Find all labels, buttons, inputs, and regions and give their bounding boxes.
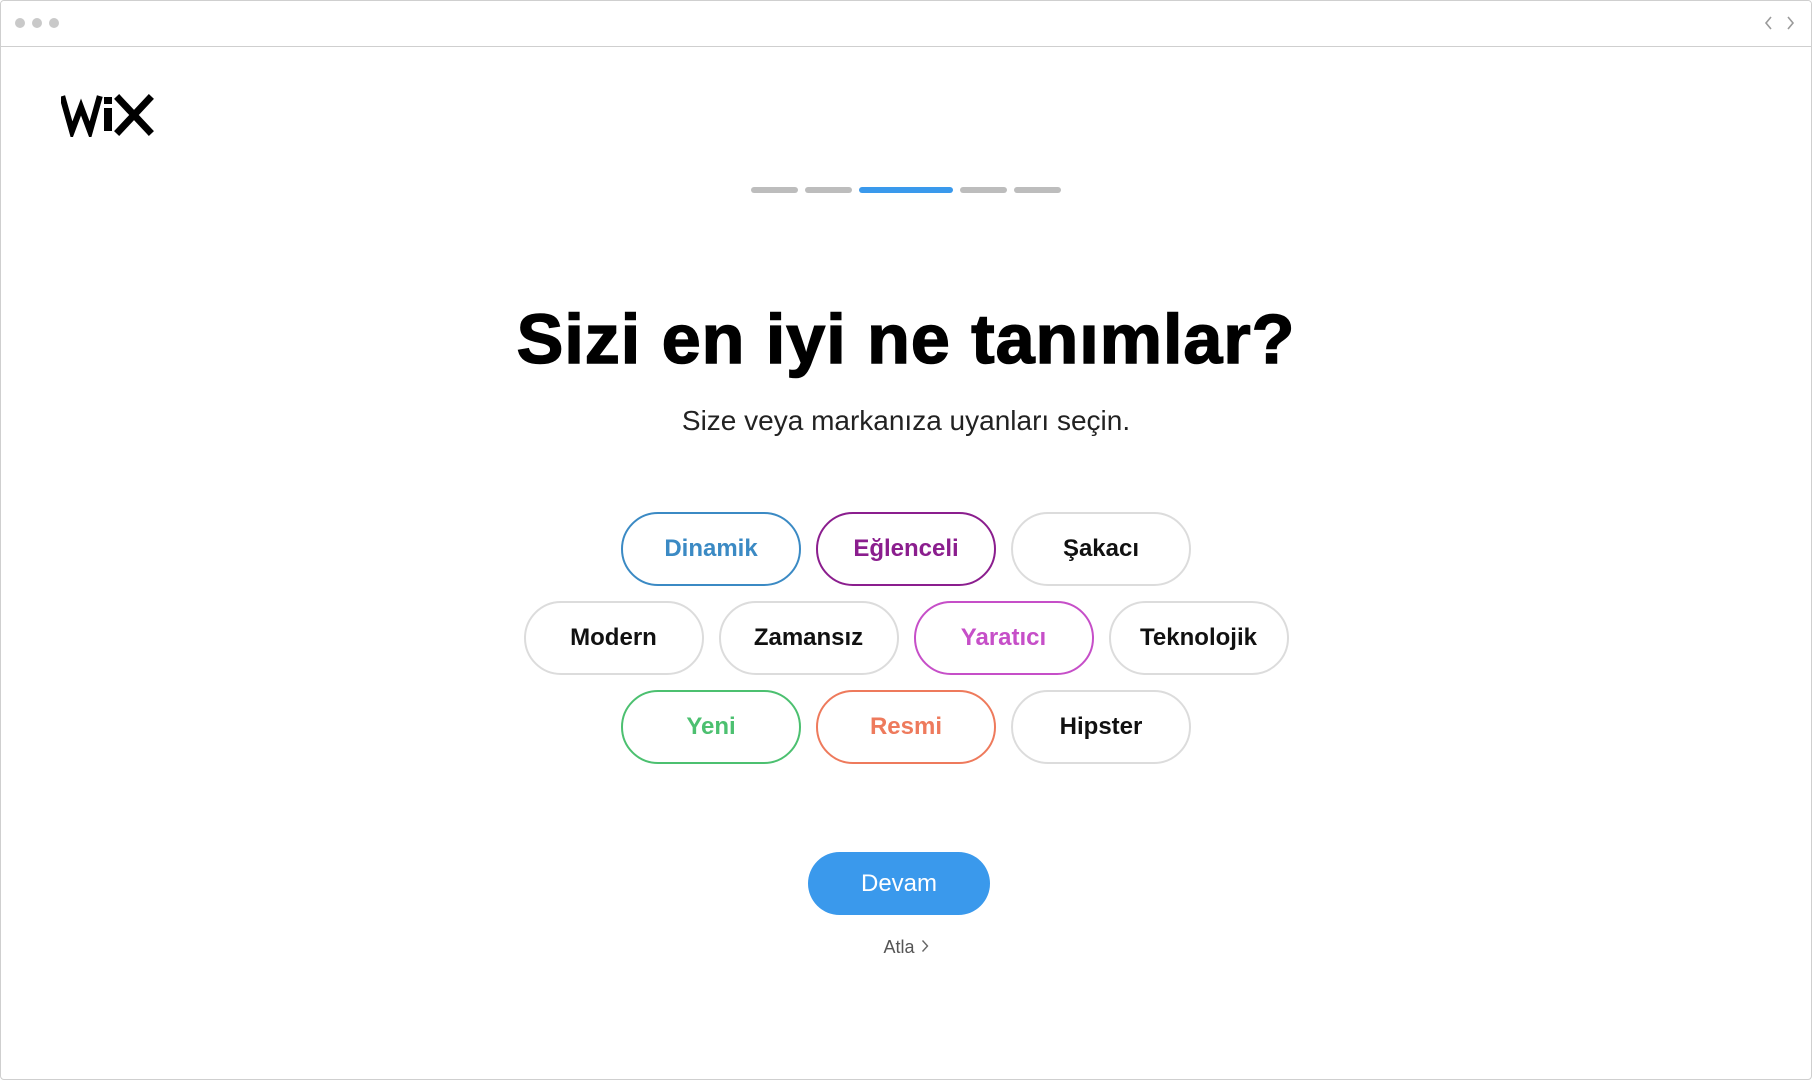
option-chip[interactable]: Teknolojik <box>1108 601 1289 675</box>
option-chip[interactable]: Modern <box>523 601 704 675</box>
chip-row: Modern Zamansız Yaratıcı Teknolojik <box>1 601 1811 675</box>
option-chip[interactable]: Eğlenceli <box>816 512 996 586</box>
option-chip[interactable]: Zamansız <box>718 601 899 675</box>
wix-logo <box>59 93 155 141</box>
window-dot-icon[interactable] <box>32 18 42 28</box>
progress-step <box>751 187 798 193</box>
progress-step <box>960 187 1007 193</box>
window-dot-icon[interactable] <box>15 18 25 28</box>
option-chip[interactable]: Resmi <box>816 690 996 764</box>
chevron-right-icon[interactable] <box>1783 13 1797 33</box>
nav-arrows <box>1761 13 1797 33</box>
window-dot-icon[interactable] <box>49 18 59 28</box>
chevron-left-icon[interactable] <box>1761 13 1775 33</box>
skip-label: Atla <box>883 937 915 957</box>
progress-step-active <box>859 187 953 193</box>
option-chip[interactable]: Yaratıcı <box>913 601 1094 675</box>
browser-window: Sizi en iyi ne tanımlar? Size veya marka… <box>0 0 1812 1080</box>
skip-link[interactable]: Atla <box>1 937 1811 958</box>
progress-indicator <box>1 187 1811 193</box>
option-chip[interactable]: Yeni <box>621 690 801 764</box>
chip-row: Dinamik Eğlenceli Şakacı <box>1 512 1811 586</box>
window-titlebar <box>1 1 1811 47</box>
option-chip[interactable]: Dinamik <box>621 512 801 586</box>
chevron-right-icon <box>921 937 929 958</box>
page-subtitle: Size veya markanıza uyanları seçin. <box>681 405 1131 436</box>
chip-row: Yeni Resmi Hipster <box>1 690 1811 764</box>
progress-step <box>805 187 852 193</box>
continue-button[interactable]: Devam <box>808 852 990 915</box>
page-title: Sizi en iyi ne tanımlar? <box>516 299 1296 379</box>
option-chip[interactable]: Şakacı <box>1011 512 1191 586</box>
progress-step <box>1014 187 1061 193</box>
option-chips: Dinamik Eğlenceli Şakacı Modern Zamansız Yara… <box>1 512 1811 779</box>
option-chip[interactable]: Hipster <box>1011 690 1191 764</box>
window-controls <box>15 18 59 28</box>
